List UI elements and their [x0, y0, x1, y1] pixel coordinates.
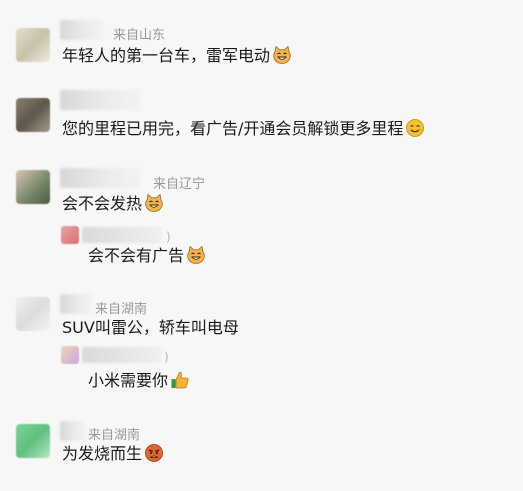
angry-face-icon [145, 444, 163, 462]
location-label: 来自湖南 [95, 302, 148, 317]
location-label: 来自山东 [113, 28, 166, 43]
avatar[interactable] [16, 170, 50, 204]
smile-face-icon [406, 119, 425, 137]
reply-text: 会不会有广告 [88, 245, 206, 267]
location-label: 来自辽宁 [153, 177, 206, 192]
username[interactable] [60, 90, 140, 110]
avatar[interactable] [16, 424, 50, 458]
location-label: 来自湖南 [88, 428, 141, 443]
comment-text: 年轻人的第一台车，雷军电动 [62, 45, 292, 67]
reply-text: 小米需要你 [88, 370, 190, 392]
comment-text: SUV叫雷公，轿车叫电母 [62, 318, 239, 337]
username[interactable] [60, 168, 140, 188]
comment-text: 会不会发热 [62, 193, 164, 215]
comment-text: 您的里程已用完，看广告/开通会员解锁更多里程 [62, 118, 425, 140]
avatar[interactable] [16, 98, 50, 132]
avatar[interactable] [16, 297, 50, 331]
reply-avatar[interactable] [61, 346, 79, 364]
reply-name-suffix: ) [166, 230, 171, 244]
username[interactable] [60, 20, 104, 40]
comment-text: 为发烧而生 [62, 443, 164, 465]
username[interactable] [60, 421, 86, 441]
reply-name-suffix: ) [164, 350, 169, 364]
username[interactable] [60, 294, 92, 314]
cat-grin-icon [187, 245, 205, 264]
cat-grin-icon [273, 45, 291, 64]
reply-username[interactable] [82, 347, 162, 363]
thumbs-up-icon [171, 372, 189, 389]
avatar[interactable] [16, 28, 50, 62]
cat-grin-icon [145, 193, 163, 212]
reply-username[interactable] [82, 227, 162, 243]
reply-avatar[interactable] [61, 226, 79, 244]
